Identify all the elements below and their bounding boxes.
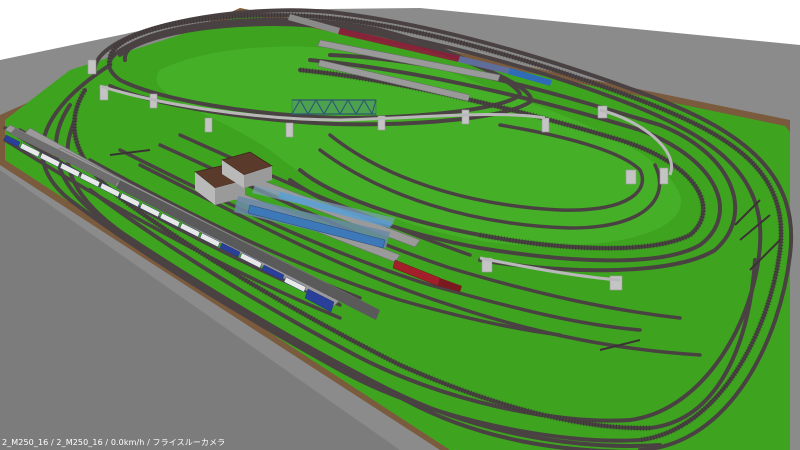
- layout-scene[interactable]: [0, 0, 800, 450]
- status-text: 2_M250_16 / 2_M250_16 / 0.0km/h / フライスルー…: [2, 438, 226, 447]
- simulator-viewport[interactable]: 2_M250_16 / 2_M250_16 / 0.0km/h / フライスルー…: [0, 0, 800, 450]
- status-bar: 2_M250_16 / 2_M250_16 / 0.0km/h / フライスルー…: [2, 437, 225, 449]
- truss-bridge: [291, 98, 377, 116]
